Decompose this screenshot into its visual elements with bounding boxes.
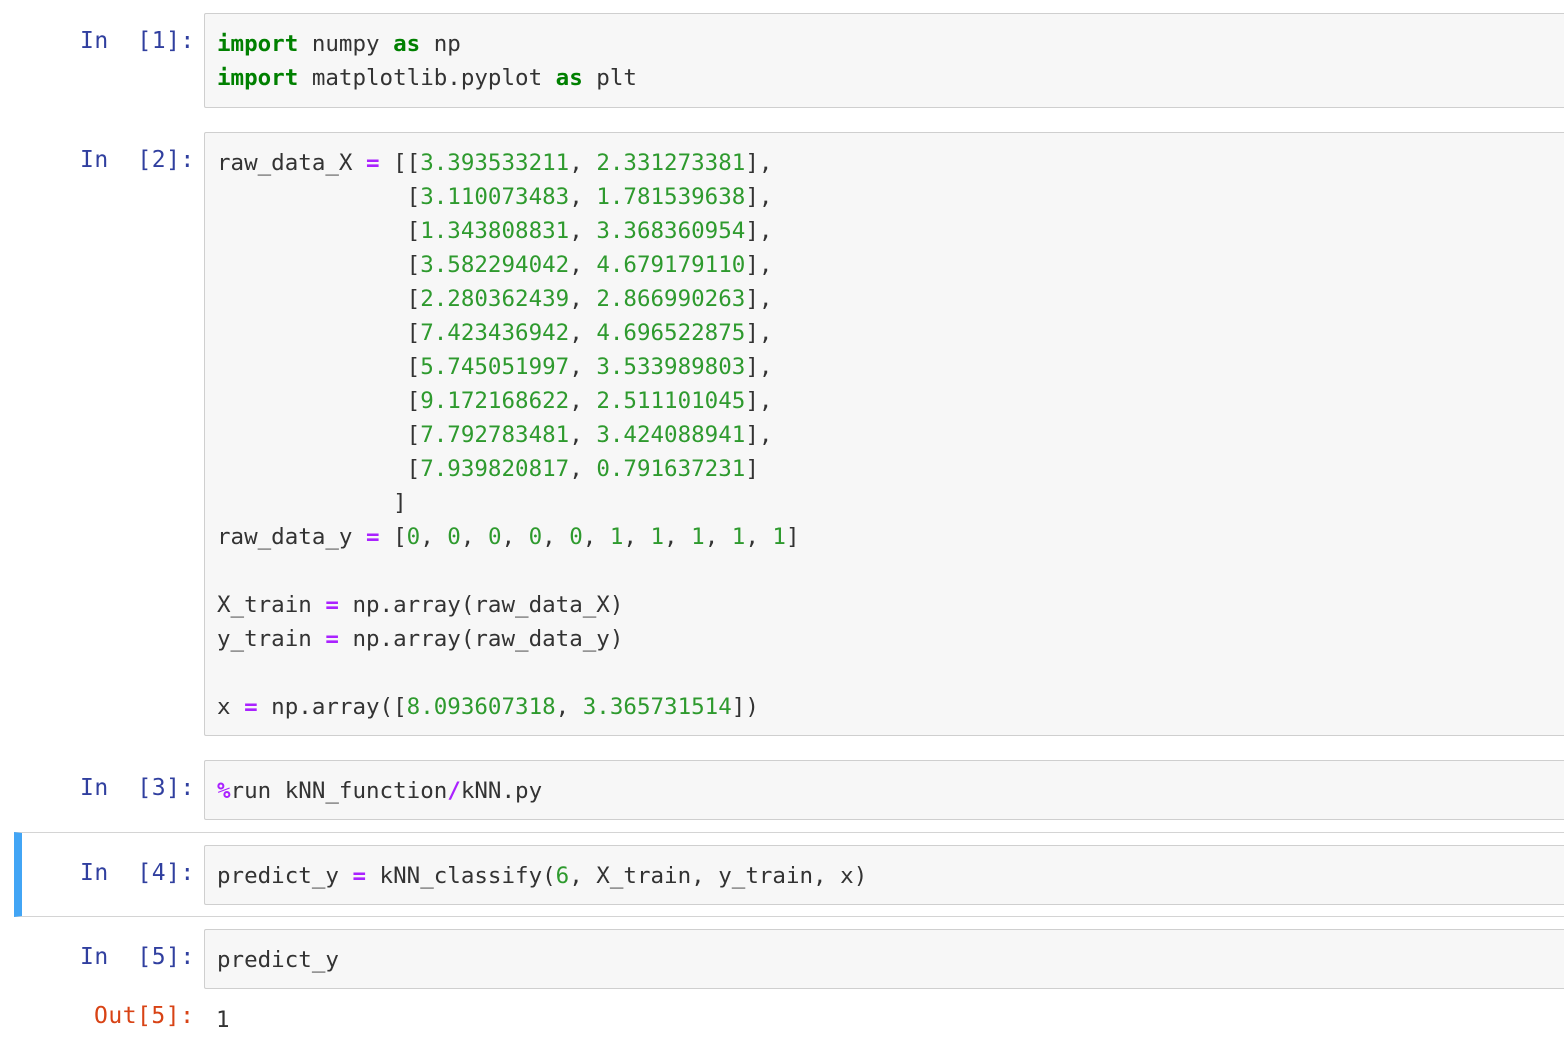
code-line: raw_data_y = [0, 0, 0, 0, 0, 1, 1, 1, 1,… (217, 524, 800, 550)
cell-3-code[interactable]: %run kNN_function/kNN.py (205, 774, 1564, 808)
code-line: [9.172168622, 2.511101045], (217, 388, 773, 414)
cell-3-input[interactable]: %run kNN_function/kNN.py (204, 760, 1564, 820)
code-line: X_train = np.array(raw_data_X) (217, 592, 624, 618)
code-line: [3.110073483, 1.781539638], (217, 184, 773, 210)
code-line: predict_y (217, 947, 339, 973)
code-line: [3.582294042, 4.679179110], (217, 252, 773, 278)
code-line: %run kNN_function/kNN.py (217, 778, 543, 804)
code-line: [7.423436942, 4.696522875], (217, 320, 773, 346)
cell-4-input[interactable]: predict_y = kNN_classify(6, X_train, y_t… (204, 845, 1564, 905)
code-line: [5.745051997, 3.533989803], (217, 354, 773, 380)
code-line: [1.343808831, 3.368360954], (217, 218, 773, 244)
cell-2-code[interactable]: raw_data_X = [[3.393533211, 2.331273381]… (205, 146, 1564, 724)
code-line: import matplotlib.pyplot as plt (217, 65, 637, 91)
code-line: raw_data_X = [[3.393533211, 2.331273381]… (217, 150, 773, 176)
code-cell-1[interactable]: In [1]: import numpy as np import matplo… (14, 13, 1564, 108)
code-line: y_train = np.array(raw_data_y) (217, 626, 624, 652)
cell-3-prompt: In [3]: (80, 775, 195, 801)
notebook: In [1]: import numpy as np import matplo… (0, 0, 1564, 1048)
code-line: predict_y = kNN_classify(6, X_train, y_t… (217, 863, 868, 889)
code-cell-4-selected[interactable]: In [4]: predict_y = kNN_classify(6, X_tr… (14, 832, 1564, 917)
cell-1-prompt: In [1]: (80, 28, 195, 54)
cell-4-code[interactable]: predict_y = kNN_classify(6, X_train, y_t… (205, 859, 1564, 893)
cell-5-code[interactable]: predict_y (205, 943, 1564, 977)
code-cell-2[interactable]: In [2]: raw_data_X = [[3.393533211, 2.33… (14, 132, 1564, 736)
code-line: x = np.array([8.093607318, 3.365731514]) (217, 694, 759, 720)
cell-5-prompt: In [5]: (80, 944, 195, 970)
code-line: import numpy as np (217, 31, 461, 57)
cell-5-input[interactable]: predict_y (204, 929, 1564, 989)
cell-2-prompt: In [2]: (80, 147, 195, 173)
output-value: 1 (216, 1007, 230, 1033)
code-line: [7.939820817, 0.791637231] (217, 456, 759, 482)
code-cell-5[interactable]: In [5]: predict_y (14, 929, 1564, 989)
cell-2-input[interactable]: raw_data_X = [[3.393533211, 2.331273381]… (204, 132, 1564, 736)
code-line: [2.280362439, 2.866990263], (217, 286, 773, 312)
cell-1-input[interactable]: import numpy as np import matplotlib.pyp… (204, 13, 1564, 108)
code-cell-3[interactable]: In [3]: %run kNN_function/kNN.py (14, 760, 1564, 820)
output-prompt: Out[5]: (94, 1003, 195, 1029)
cell-1-code[interactable]: import numpy as np import matplotlib.pyp… (205, 27, 1564, 95)
code-line: ] (217, 490, 407, 516)
cell-4-prompt: In [4]: (80, 860, 195, 886)
code-line: [7.792783481, 3.424088941], (217, 422, 773, 448)
